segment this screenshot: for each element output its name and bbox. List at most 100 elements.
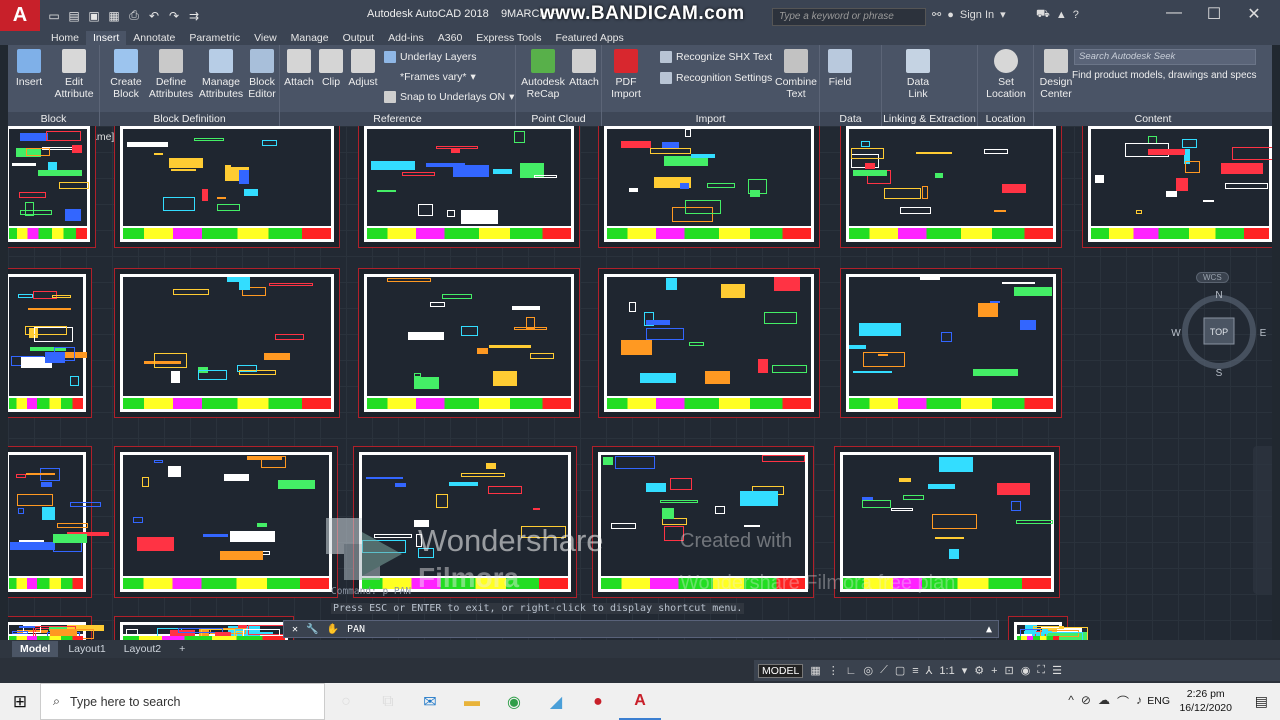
command-input[interactable]: PAN [347, 624, 365, 635]
combine-text-button[interactable]: Combine Text [774, 49, 818, 100]
insert-button[interactable]: Insert [12, 49, 46, 88]
panel-title-block[interactable]: Block [8, 112, 99, 126]
viewcube-east[interactable]: E [1260, 328, 1267, 339]
sign-in-link[interactable]: Sign In [960, 9, 994, 21]
model-space-button[interactable]: MODEL [758, 663, 804, 678]
create-block-button[interactable]: Create Block [106, 49, 146, 100]
plus-icon[interactable]: + [991, 665, 997, 677]
lineweight-icon[interactable]: ≡ [912, 665, 918, 677]
tab-express-tools[interactable]: Express Tools [469, 31, 548, 45]
tab-annotate[interactable]: Annotate [126, 31, 182, 45]
autodesk-app-icon[interactable]: ▲ [1056, 9, 1067, 21]
chevron-up-icon[interactable]: ^ [1068, 693, 1074, 710]
tab-insert[interactable]: Insert [86, 31, 127, 45]
close-icon[interactable]: ✕ [292, 624, 298, 635]
taskbar-search[interactable]: ⌕ Type here to search [40, 683, 325, 720]
customize-icon[interactable]: ☰ [1052, 664, 1062, 677]
minimize-button[interactable]: — [1154, 4, 1194, 22]
polar-icon[interactable]: ◎ [864, 664, 874, 677]
point-cloud-attach-button[interactable]: Attach [568, 49, 600, 88]
app-menu-button[interactable]: A [0, 0, 40, 31]
autodesk-recap-button[interactable]: Autodesk ReCap [520, 49, 566, 100]
maximize-button[interactable]: ☐ [1194, 4, 1234, 24]
design-center-button[interactable]: Design Center [1036, 49, 1076, 100]
clock[interactable]: 2:26 pm 16/12/2020 [1179, 687, 1232, 715]
security-icon[interactable]: ⊘ [1081, 693, 1091, 710]
viewcube-top-face[interactable]: TOP [1210, 327, 1228, 337]
block-editor-button[interactable]: Block Editor [246, 49, 278, 100]
navigation-bar[interactable] [1253, 446, 1272, 594]
network-icon[interactable]: ⌒ [1117, 693, 1129, 710]
manage-attributes-button[interactable]: Manage Attributes [196, 49, 246, 100]
tab-layout1[interactable]: Layout1 [60, 641, 113, 657]
tab-home[interactable]: Home [44, 31, 86, 45]
ortho-icon[interactable]: ∟ [846, 665, 857, 677]
viewcube[interactable]: TOP N S E W [1170, 288, 1268, 378]
undo-icon[interactable]: ↶ [146, 8, 162, 24]
cortana-icon[interactable]: ○ [325, 683, 367, 720]
volume-icon[interactable]: ♪ [1136, 693, 1142, 710]
recognition-settings-button[interactable]: Recognition Settings [660, 72, 772, 84]
annotation-scale[interactable]: 1:1 [939, 665, 954, 677]
pdf-import-button[interactable]: PDF Import [606, 49, 646, 100]
viewcube-north[interactable]: N [1215, 290, 1222, 301]
clip-button[interactable]: Clip [318, 49, 344, 88]
tab-featured-apps[interactable]: Featured Apps [548, 31, 630, 45]
panel-title-data[interactable]: Data [820, 112, 881, 126]
app-icon[interactable]: ◢ [535, 683, 577, 720]
customize-icon[interactable]: 🔧 [306, 624, 318, 635]
annotation-icon[interactable]: ⅄ [926, 664, 933, 677]
isolate-icon[interactable]: ⊡ [1005, 664, 1014, 677]
adjust-button[interactable]: Adjust [346, 49, 380, 88]
task-view-icon[interactable]: ⧉ [367, 683, 409, 720]
edit-attribute-button[interactable]: Edit Attribute [52, 49, 96, 100]
panel-title-reference[interactable]: Reference [280, 112, 515, 126]
close-button[interactable]: ✕ [1234, 4, 1274, 24]
recognize-shx-text-button[interactable]: Recognize SHX Text [660, 51, 772, 63]
share-icon[interactable]: ⇉ [186, 8, 202, 24]
tab-view[interactable]: View [247, 31, 284, 45]
field-button[interactable]: Field [826, 49, 854, 88]
open-icon[interactable]: ▤ [66, 8, 82, 24]
onedrive-icon[interactable]: ☁ [1098, 693, 1110, 710]
panel-title-import[interactable]: Import [602, 112, 819, 126]
panel-title-block-definition[interactable]: Block Definition [100, 112, 279, 126]
save-as-icon[interactable]: ▦ [106, 8, 122, 24]
add-layout-button[interactable]: + [171, 641, 193, 657]
clean-screen-icon[interactable]: ⛶ [1037, 664, 1045, 677]
notification-icon[interactable]: ▤ [1255, 693, 1268, 710]
snap-to-underlays-dropdown[interactable]: Snap to Underlays ON ▾ [384, 91, 514, 103]
redo-icon[interactable]: ↷ [166, 8, 182, 24]
new-icon[interactable]: ▭ [46, 8, 62, 24]
panel-title-content[interactable]: Content [1034, 112, 1272, 126]
viewcube-south[interactable]: S [1216, 368, 1223, 378]
file-explorer-icon[interactable]: ▬ [451, 683, 493, 720]
tab-output[interactable]: Output [336, 31, 382, 45]
tab-parametric[interactable]: Parametric [182, 31, 247, 45]
define-attributes-button[interactable]: Define Attributes [148, 49, 194, 100]
viewcube-west[interactable]: W [1171, 328, 1181, 339]
help-icon[interactable]: ? [1073, 9, 1079, 21]
binoculars-icon[interactable]: ⚯ [932, 8, 941, 21]
panel-title-linking[interactable]: Linking & Extraction [882, 112, 977, 126]
wcs-menu[interactable]: WCS [1196, 272, 1229, 283]
gear-icon[interactable]: ⚙ [974, 664, 984, 677]
chrome-icon[interactable]: ◉ [493, 683, 535, 720]
save-icon[interactable]: ▣ [86, 8, 102, 24]
tab-a360[interactable]: A360 [431, 31, 470, 45]
tab-model[interactable]: Model [12, 641, 59, 657]
command-line[interactable]: ✕ 🔧 ✋ PAN ▲ [283, 620, 999, 638]
cart-icon[interactable]: ⛟ [1036, 8, 1050, 22]
chevron-down-icon[interactable]: ▾ [1000, 8, 1006, 21]
autocad-taskbar-icon[interactable]: A [619, 683, 661, 720]
tab-layout2[interactable]: Layout2 [116, 641, 169, 657]
frames-vary-dropdown[interactable]: *Frames vary* ▾ [400, 71, 476, 83]
tab-add-ins[interactable]: Add-ins [381, 31, 431, 45]
keyword-search-input[interactable]: Type a keyword or phrase [772, 8, 926, 26]
panel-title-point-cloud[interactable]: Point Cloud [516, 112, 601, 126]
isodraft-icon[interactable]: ⟋ [880, 664, 888, 677]
autodesk-seek-input[interactable]: Search Autodesk Seek [1074, 49, 1256, 65]
panel-title-location[interactable]: Location [978, 112, 1033, 126]
grid-icon[interactable]: ▦ [810, 664, 820, 677]
chevron-down-icon[interactable]: ▾ [962, 664, 968, 677]
